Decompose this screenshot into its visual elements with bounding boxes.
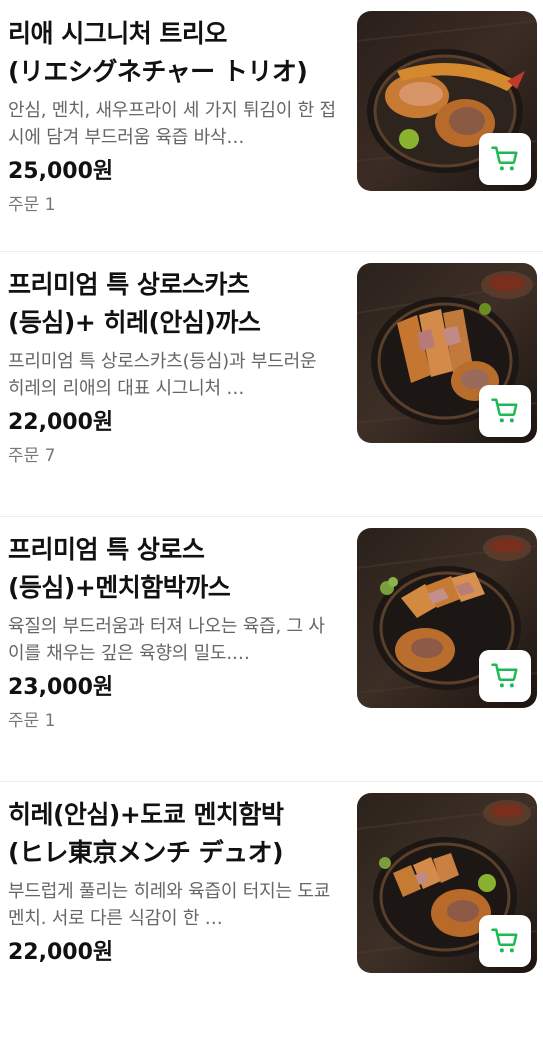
menu-item-price: 25,000원 [8,159,114,184]
menu-item-order-count: 주문 1 [8,711,56,731]
menu-item-description: 육질의 부드러움과 터져 나오는 육즙, 그 사이를 채우는 깊은 육향의 밀도… [8,616,325,664]
add-to-cart-button[interactable] [479,133,531,185]
menu-item-info: 프리미엄 특 상로스카츠(등심)+ 히레(안심)까스 프리미엄 특 상로스카츠(… [8,262,336,471]
cart-icon [491,928,518,953]
menu-item-price: 22,000원 [8,940,114,965]
menu-item-photo[interactable] [357,263,537,443]
menu-item-info: 히레(안심)+도쿄 멘치함박(ヒレ東京メンチ デュオ) 부드럽게 풀리는 히레와… [8,792,336,971]
cart-icon [491,398,518,423]
menu-item-description: 프리미엄 특 상로스카츠(등심)과 부드러운 히레의 리애의 대표 시그니처 … [8,351,317,399]
menu-item-info: 프리미엄 특 상로스(등심)+멘치함박까스 육질의 부드러움과 터져 나오는 육… [8,527,336,736]
menu-item-photo[interactable] [357,528,537,708]
menu-item-description: 안심, 멘치, 새우프라이 세 가지 튀김이 한 접시에 담겨 부드러움 육즙 … [8,100,336,148]
menu-item-title[interactable]: 히레(안심)+도쿄 멘치함박(ヒレ東京メンチ デュオ) [8,796,336,872]
menu-item-price: 22,000원 [8,410,114,435]
add-to-cart-button[interactable] [479,915,531,967]
menu-item[interactable]: 히레(안심)+도쿄 멘치함박(ヒレ東京メンチ デュオ) 부드럽게 풀리는 히레와… [0,782,543,1047]
menu-item[interactable]: 리애 시그니처 트리오(リエシグネチャー トリオ) 안심, 멘치, 새우프라이 … [0,0,543,252]
menu-item-order-count: 주문 7 [8,446,56,466]
menu-item-price: 23,000원 [8,675,114,700]
add-to-cart-button[interactable] [479,385,531,437]
menu-item-title[interactable]: 프리미엄 특 상로스(등심)+멘치함박까스 [8,531,336,607]
menu-list: 리애 시그니처 트리오(リエシグネチャー トリオ) 안심, 멘치, 새우프라이 … [0,0,543,1047]
menu-item-info: 리애 시그니처 트리오(リエシグネチャー トリオ) 안심, 멘치, 새우프라이 … [8,11,336,220]
menu-item-title[interactable]: 프리미엄 특 상로스카츠(등심)+ 히레(안심)까스 [8,266,336,342]
cart-icon [491,663,518,688]
menu-item-order-count: 주문 1 [8,195,56,215]
menu-item-description: 부드럽게 풀리는 히레와 육즙이 터지는 도쿄 멘치. 서로 다른 식감이 한 … [8,881,331,929]
menu-item[interactable]: 프리미엄 특 상로스(등심)+멘치함박까스 육질의 부드러움과 터져 나오는 육… [0,517,543,782]
menu-item-title[interactable]: 리애 시그니처 트리오(リエシグネチャー トリオ) [8,15,336,91]
add-to-cart-button[interactable] [479,650,531,702]
menu-item[interactable]: 프리미엄 특 상로스카츠(등심)+ 히레(안심)까스 프리미엄 특 상로스카츠(… [0,252,543,517]
cart-icon [491,146,518,171]
menu-item-photo[interactable] [357,793,537,973]
menu-item-photo[interactable] [357,11,537,191]
